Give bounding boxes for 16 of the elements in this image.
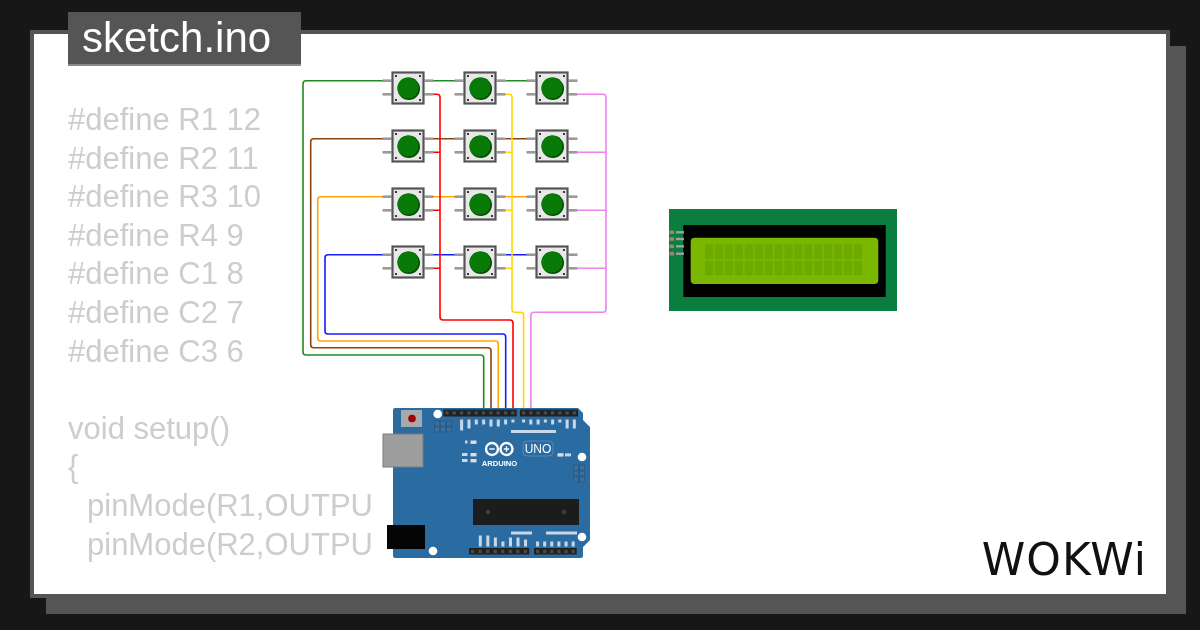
push-button[interactable] xyxy=(526,71,578,105)
push-button[interactable] xyxy=(454,129,506,163)
push-button[interactable] xyxy=(382,129,434,163)
logo-wordmark: WOKWi xyxy=(981,536,1147,584)
push-button[interactable] xyxy=(526,245,578,279)
push-button[interactable] xyxy=(382,245,434,279)
push-button[interactable] xyxy=(382,187,434,221)
push-button[interactable] xyxy=(454,245,506,279)
push-button[interactable] xyxy=(526,187,578,221)
push-button[interactable] xyxy=(454,71,506,105)
model-label: UNO xyxy=(524,442,552,457)
code-line: { xyxy=(68,448,79,487)
push-button[interactable] xyxy=(382,71,434,105)
push-button[interactable] xyxy=(526,129,578,163)
file-title: sketch.ino xyxy=(68,12,302,66)
push-button[interactable] xyxy=(454,187,506,221)
